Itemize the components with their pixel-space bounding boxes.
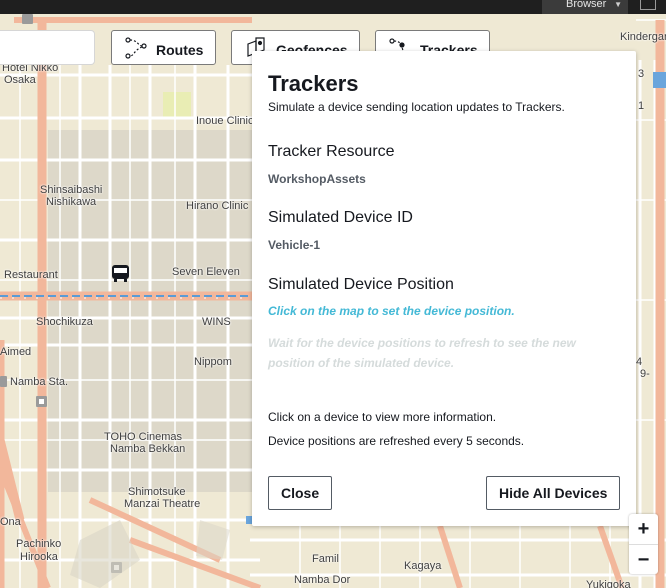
route-icon [124,36,148,60]
map-label: Hirano Clinic [186,200,249,212]
position-hint: Click on the map to set the device posit… [268,304,515,318]
map-label: Inoue Clinic [196,115,254,127]
map-label: Kagaya [404,560,442,572]
browser-dropdown[interactable]: Browser ▼ [542,0,628,14]
device-id-heading: Simulated Device ID [268,209,413,226]
map-label: 3 [638,68,645,80]
map-label: Restaurant [4,269,58,281]
panel-subtitle: Simulate a device sending location updat… [268,100,565,114]
map-label: 9- [640,368,650,380]
tracker-resource-heading: Tracker Resource [268,143,395,160]
map-label: Manzai Theatre [124,498,201,510]
map-label: 4 [636,356,643,368]
map-label: Hirooka [20,551,58,563]
map-label: Shinsaibashi [40,184,103,196]
tracker-resource-value: WorkshopAssets [268,172,366,186]
map-label: Pachinko [16,538,62,550]
trackers-panel: Trackers Simulate a device sending locat… [252,51,636,526]
map-label: Famil [312,553,339,565]
map-label: Seven Eleven [172,266,240,278]
bus-icon[interactable] [111,264,130,283]
map-label: Yukigoka [586,579,631,588]
zoom-out-button[interactable]: − [629,545,658,575]
close-button[interactable]: Close [268,476,333,510]
map-label: Ona [0,516,21,528]
map-label: Nishikawa [46,196,97,208]
tab-routes[interactable]: Routes [111,30,216,65]
map-search-input[interactable] [0,30,95,65]
tab-routes-label: Routes [156,41,204,58]
info-refresh-text: Device positions are refreshed every 5 s… [268,434,525,448]
zoom-in-button[interactable]: + [629,514,658,544]
hide-all-devices-button[interactable]: Hide All Devices [486,476,621,510]
caret-down-icon: ▼ [614,0,622,9]
map-label: Nippom [194,356,232,368]
external-link-icon[interactable] [640,0,656,10]
map-label: TOHO Cinemas [104,431,183,443]
panel-title: Trackers [268,71,359,96]
map-label: Namba Bekkan [110,443,186,455]
map-label: Shimotsuke [128,486,186,498]
browser-top-bar: Browser ▼ [0,0,666,14]
info-click-text: Click on a device to view more informati… [268,410,497,424]
map-label: Aimed [0,346,32,358]
wait-hint: Wait for the device positions to refresh… [268,336,576,370]
browser-label: Browser [566,0,607,10]
device-id-value: Vehicle-1 [268,238,321,252]
map-label: Shochikuza [36,316,93,328]
map-label: 1 [638,100,645,112]
map-label: Namba Sta. [10,376,69,388]
device-position-heading: Simulated Device Position [268,276,454,293]
map-label: Namba Dor [294,574,351,586]
map-label: Osaka [4,74,36,86]
map-label: Kindergarter [620,31,666,43]
map-label: WINS [202,316,231,328]
zoom-control: + − [629,514,658,574]
